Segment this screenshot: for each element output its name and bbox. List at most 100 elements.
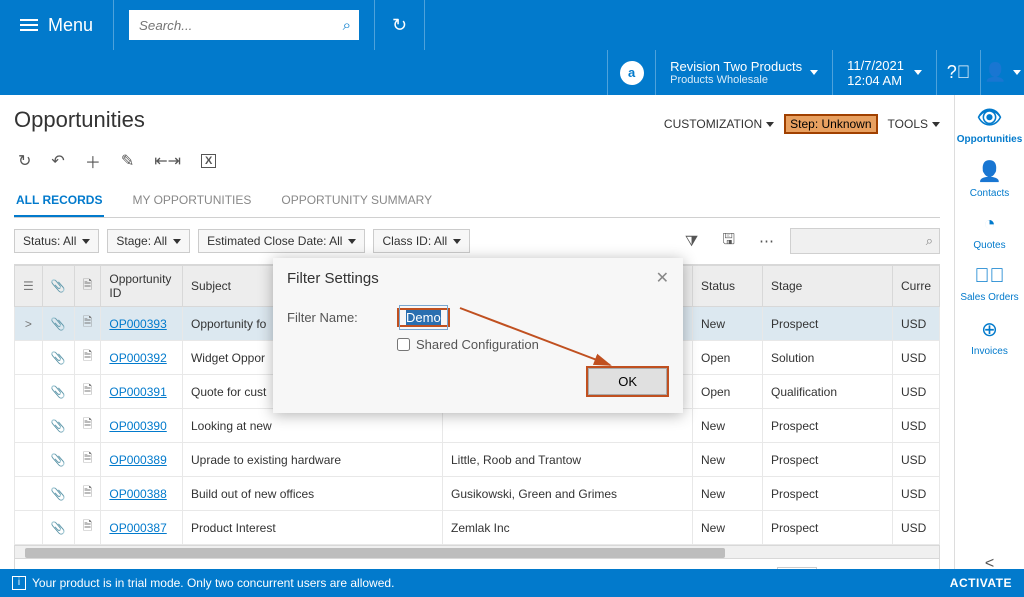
shared-config-checkbox[interactable]: Shared Configuration <box>397 337 669 352</box>
row-selector[interactable] <box>15 443 43 477</box>
new-icon[interactable]: ＋ <box>85 149 101 173</box>
filter-name-input[interactable]: Demo <box>399 305 448 330</box>
date-text: 11/7/2021 <box>847 58 904 73</box>
brand-logo[interactable]: a <box>607 50 655 95</box>
status-cell: New <box>692 409 762 443</box>
hamburger-icon <box>20 16 38 34</box>
filter-funnel-icon[interactable]: ⧩ <box>677 233 706 250</box>
customization-menu[interactable]: CUSTOMIZATION <box>664 117 774 131</box>
note-icon[interactable]: 🗎 <box>74 307 101 341</box>
chevron-down-icon <box>810 70 818 75</box>
row-selector[interactable]: > <box>15 307 43 341</box>
horizontal-scrollbar[interactable] <box>14 545 940 559</box>
table-row[interactable]: 📎🗎OP000387Product InterestZemlak IncNewP… <box>15 511 940 545</box>
col-status[interactable]: Status <box>692 266 762 307</box>
opportunity-link[interactable]: OP000390 <box>109 419 166 433</box>
currency-cell: USD <box>892 341 939 375</box>
attachment-icon[interactable]: 📎 <box>42 341 74 375</box>
business-date[interactable]: 11/7/2021 12:04 AM <box>832 50 936 95</box>
attachment-icon[interactable]: 📎 <box>42 443 74 477</box>
search-input[interactable] <box>129 18 335 33</box>
row-selector[interactable] <box>15 341 43 375</box>
table-row[interactable]: 📎🗎OP000388Build out of new officesGusiko… <box>15 477 940 511</box>
tab-my-opportunities[interactable]: MY OPPORTUNITIES <box>130 185 253 217</box>
rail-opportunities[interactable]: 👁 Opportunities <box>957 105 1023 145</box>
opportunity-link[interactable]: OP000387 <box>109 521 166 535</box>
note-icon[interactable]: 🗎 <box>74 477 101 511</box>
tab-all-records[interactable]: ALL RECORDS <box>14 185 104 217</box>
row-selector[interactable] <box>15 375 43 409</box>
rail-invoices[interactable]: ⊕ Invoices <box>971 317 1008 357</box>
filter-status[interactable]: Status: All <box>14 229 99 253</box>
ok-button[interactable]: OK <box>586 366 669 397</box>
company-selector[interactable]: Revision Two Products Products Wholesale <box>655 50 832 95</box>
currency-cell: USD <box>892 511 939 545</box>
rail-quotes[interactable]: ◔ Quotes <box>973 213 1005 251</box>
attachment-icon[interactable]: 📎 <box>42 511 74 545</box>
edit-icon[interactable]: ✎ <box>121 151 134 171</box>
filter-class[interactable]: Class ID: All <box>373 229 470 253</box>
currency-cell: USD <box>892 477 939 511</box>
stage-cell: Prospect <box>762 307 892 341</box>
row-selector[interactable] <box>15 477 43 511</box>
note-icon[interactable]: 🗎 <box>74 409 101 443</box>
col-note[interactable]: 🗎 <box>74 266 101 307</box>
help-button[interactable]: ?⃝ <box>936 50 980 95</box>
menu-button[interactable]: Menu <box>0 0 114 50</box>
user-menu[interactable]: 👤 <box>980 50 1024 95</box>
filter-settings-dialog: Filter Settings ✕ Filter Name: Demo Shar… <box>273 258 683 413</box>
company-sub: Products Wholesale <box>670 74 802 86</box>
refresh-button[interactable]: ↻ <box>375 0 425 50</box>
col-currency[interactable]: Curre <box>892 266 939 307</box>
col-select[interactable]: ☰ <box>15 266 43 307</box>
note-icon[interactable]: 🗎 <box>74 375 101 409</box>
menu-label: Menu <box>48 15 93 36</box>
activate-link[interactable]: ACTIVATE <box>950 576 1012 590</box>
filter-stage[interactable]: Stage: All <box>107 229 190 253</box>
global-search[interactable]: ⌕ <box>129 10 359 40</box>
close-icon[interactable]: ✕ <box>656 268 669 288</box>
export-icon[interactable]: X <box>201 154 216 168</box>
status-cell: New <box>692 443 762 477</box>
rail-sales-orders[interactable]: ✎⃞ Sales Orders <box>960 265 1018 303</box>
opportunity-link[interactable]: OP000392 <box>109 351 166 365</box>
attachment-icon[interactable]: 📎 <box>42 477 74 511</box>
attachment-icon[interactable]: 📎 <box>42 409 74 443</box>
opportunity-link[interactable]: OP000391 <box>109 385 166 399</box>
tab-summary[interactable]: OPPORTUNITY SUMMARY <box>279 185 434 217</box>
fit-icon[interactable]: ⇤⇥ <box>154 151 181 171</box>
row-selector[interactable] <box>15 409 43 443</box>
attachment-icon[interactable]: 📎 <box>42 307 74 341</box>
search-icon[interactable]: ⌕ <box>335 17 359 34</box>
page-title: Opportunities <box>14 107 145 133</box>
table-row[interactable]: 📎🗎OP000389Uprade to existing hardwareLit… <box>15 443 940 477</box>
opportunity-link[interactable]: OP000389 <box>109 453 166 467</box>
filter-name-label: Filter Name: <box>287 310 397 325</box>
tools-menu[interactable]: TOOLS <box>888 117 940 131</box>
row-selector[interactable] <box>15 511 43 545</box>
step-badge: Step: Unknown <box>784 114 877 134</box>
note-icon[interactable]: 🗎 <box>74 511 101 545</box>
filter-close-date[interactable]: Estimated Close Date: All <box>198 229 365 253</box>
currency-cell: USD <box>892 307 939 341</box>
rail-contacts[interactable]: 👤 Contacts <box>970 159 1009 199</box>
table-row[interactable]: 📎🗎OP000390Looking at newNewProspectUSD <box>15 409 940 443</box>
more-actions-icon[interactable]: ⋯ <box>751 232 782 250</box>
opportunity-link[interactable]: OP000388 <box>109 487 166 501</box>
undo-icon[interactable]: ↶ <box>51 151 64 171</box>
save-filter-icon[interactable]: 🖫 <box>714 229 743 254</box>
col-attach[interactable]: 📎 <box>42 266 74 307</box>
refresh-icon[interactable]: ↻ <box>18 151 31 171</box>
status-cell: New <box>692 307 762 341</box>
attachment-icon[interactable]: 📎 <box>42 375 74 409</box>
status-cell: New <box>692 511 762 545</box>
opportunity-link[interactable]: OP000393 <box>109 317 166 331</box>
grid-search[interactable]: ⌕ <box>790 228 940 254</box>
col-stage[interactable]: Stage <box>762 266 892 307</box>
note-icon[interactable]: 🗎 <box>74 443 101 477</box>
account-cell: Little, Roob and Trantow <box>442 443 692 477</box>
note-icon[interactable]: 🗎 <box>74 341 101 375</box>
col-opportunity-id[interactable]: Opportunity ID <box>101 266 183 307</box>
account-cell <box>442 409 692 443</box>
dialog-title: Filter Settings <box>287 270 379 287</box>
